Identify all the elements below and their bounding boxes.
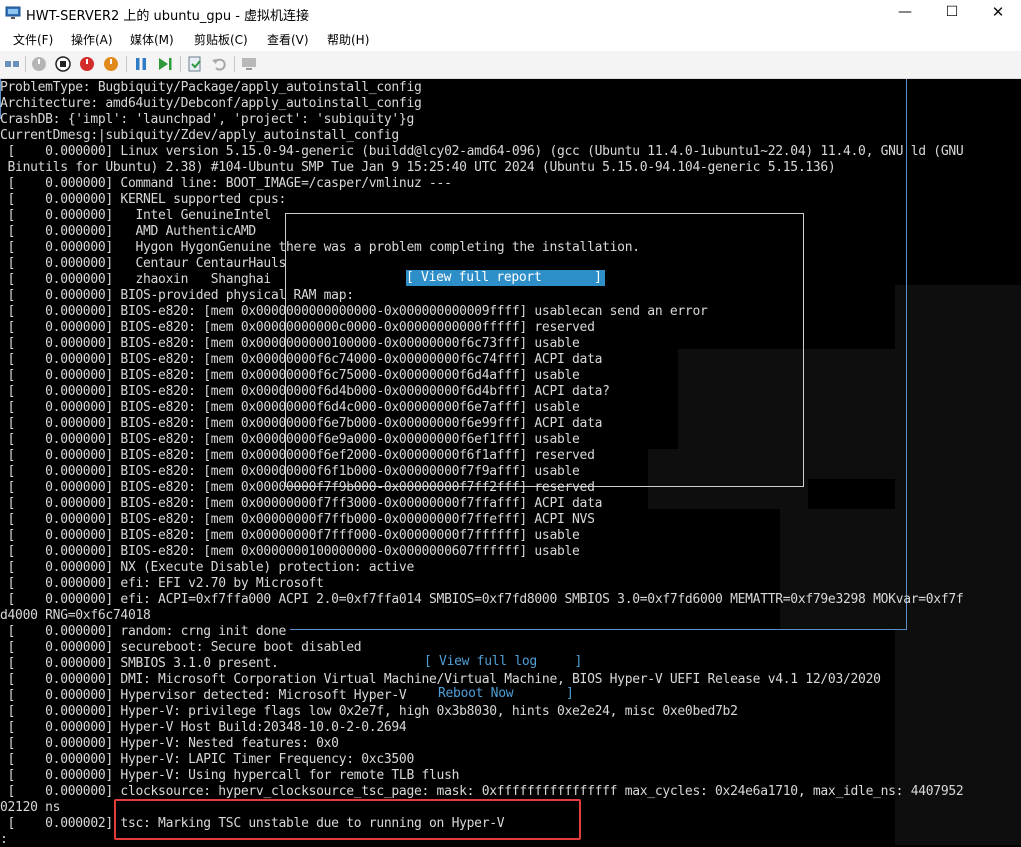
minimize-button[interactable]: —: [882, 0, 928, 27]
menu-clipboard[interactable]: 剪贴板(C): [194, 31, 248, 48]
log-line: [ 0.000000] AMD AuthenticAMD: [0, 224, 257, 239]
title-bar: HWT-SERVER2 上的 ubuntu_gpu - 虚拟机连接 — ☐ ✕: [0, 0, 1021, 27]
close-icon: ✕: [991, 3, 1005, 21]
log-line: [ 0.000000] Intel GenuineIntel: [0, 208, 272, 223]
toolbar-separator: [25, 56, 26, 72]
background-shape: [780, 509, 895, 629]
view-full-report-button[interactable]: [ View full report ]: [406, 270, 605, 286]
log-line: [ 0.000000] BIOS-e820: [mem 0x00000000f6…: [0, 464, 580, 479]
toolbar: [0, 51, 1021, 79]
vm-connection-icon: [5, 6, 21, 19]
log-line: [ 0.000000] Hyper-V: Nested features: 0x…: [0, 736, 339, 751]
log-line: [ 0.000000] Command line: BOOT_IMAGE=/ca…: [0, 176, 452, 191]
reset-icon[interactable]: [156, 55, 174, 73]
toolbar-separator: [180, 56, 181, 72]
log-line: [ 0.000000] SMBIOS 3.1.0 present.: [0, 656, 279, 671]
save-state-icon[interactable]: [102, 55, 120, 73]
log-line: [ 0.000000] efi: ACPI=0xf7ffa000 ACPI 2.…: [0, 592, 964, 607]
log-line: [ 0.000000] BIOS-e820: [mem 0x00000000f6…: [0, 432, 580, 447]
log-line: Architecture: amd64uity/Debconf/apply_au…: [0, 96, 422, 111]
menu-view[interactable]: 查看(V): [267, 31, 309, 48]
log-line: [ 0.000000] BIOS-e820: [mem 0x00000000f6…: [0, 400, 580, 415]
menu-help[interactable]: 帮助(H): [327, 31, 369, 48]
log-line: [ 0.000000] BIOS-e820: [mem 0x00000000f6…: [0, 384, 610, 399]
tui-frame-line: [290, 629, 907, 630]
log-line: Binutils for Ubuntu) 2.38) #104-Ubuntu S…: [0, 160, 836, 175]
shutdown-icon[interactable]: [78, 55, 96, 73]
menu-media[interactable]: 媒体(M): [130, 31, 174, 48]
turn-off-icon[interactable]: [54, 55, 72, 73]
ctrl-alt-del-icon[interactable]: [3, 55, 21, 73]
checkpoint-icon[interactable]: [186, 55, 204, 73]
log-line: [ 0.000000] BIOS-e820: [mem 0x0000000000…: [0, 320, 595, 335]
log-line: [ 0.000000] Hyper-V Host Build:20348-10.…: [0, 720, 407, 735]
start-icon[interactable]: [30, 55, 48, 73]
log-line: [ 0.000000] Hyper-V: LAPIC Timer Frequen…: [0, 752, 415, 767]
log-line: [ 0.000000] Linux version 5.15.0-94-gene…: [0, 144, 964, 159]
log-line: [ 0.000000] BIOS-e820: [mem 0x00000000f7…: [0, 496, 603, 511]
log-line: CrashDB: {'impl': 'launchpad', 'project'…: [0, 112, 414, 127]
menu-file[interactable]: 文件(F): [13, 31, 53, 48]
maximize-button[interactable]: ☐: [929, 0, 975, 27]
minimize-icon: —: [898, 4, 912, 20]
log-line: [ 0.000000] random: crng init done: [0, 624, 287, 639]
highlight-annotation: [114, 799, 581, 840]
reboot-now-button[interactable]: Reboot Now ]: [438, 686, 574, 702]
log-line: [ 0.000000] BIOS-e820: [mem 0x00000000f6…: [0, 416, 603, 431]
log-line: [ 0.000000] KERNEL supported cpus:: [0, 192, 287, 207]
log-line: CurrentDmesg:|subiquity/Zdev/apply_autoi…: [0, 128, 399, 143]
log-line: [ 0.000000] BIOS-e820: [mem 0x00000000f6…: [0, 368, 580, 383]
menu-bar: 文件(F) 操作(A) 媒体(M) 剪贴板(C) 查看(V) 帮助(H): [0, 27, 1021, 51]
view-full-log-button[interactable]: [ View full log ]: [424, 654, 582, 670]
log-line: [ 0.000000] Hygon HygonGenuine there was…: [0, 240, 641, 255]
log-line: d4000 RNG=0xf6c74018: [0, 608, 151, 623]
log-line: ProblemType: Bugbiquity/Package/apply_au…: [0, 80, 422, 95]
log-line: [ 0.000000] BIOS-e820: [mem 0x00000000f6…: [0, 352, 603, 367]
window-title: HWT-SERVER2 上的 ubuntu_gpu - 虚拟机连接: [26, 9, 310, 24]
log-line: [ 0.000000] BIOS-e820: [mem 0x00000000f7…: [0, 528, 580, 543]
log-line: [ 0.000000] zhaoxin Shanghai: [0, 272, 272, 287]
log-line: :: [0, 832, 8, 847]
log-line: [ 0.000000] Hypervisor detected: Microso…: [0, 688, 407, 703]
toolbar-separator: [234, 56, 235, 72]
toolbar-separator: [126, 56, 127, 72]
log-line: [ 0.000000] secureboot: Secure boot disa…: [0, 640, 362, 655]
background-shape: [895, 285, 1021, 845]
log-line: [ 0.000000] BIOS-e820: [mem 0x0000000000…: [0, 304, 708, 319]
vm-console-screen[interactable]: ProblemType: Bugbiquity/Package/apply_au…: [0, 79, 1021, 847]
log-line: [ 0.000000] Hyper-V: Using hypercall for…: [0, 768, 460, 783]
log-line: [ 0.000000] NX (Execute Disable) protect…: [0, 560, 415, 575]
tui-frame-line: [906, 79, 907, 629]
log-line: [ 0.000000] efi: EFI v2.70 by Microsoft: [0, 576, 324, 591]
pause-icon[interactable]: [132, 55, 150, 73]
log-line: [ 0.000000] clocksource: hyperv_clocksou…: [0, 784, 964, 799]
menu-action[interactable]: 操作(A): [71, 31, 113, 48]
log-line: [ 0.000000] BIOS-e820: [mem 0x0000000000…: [0, 336, 580, 351]
log-line: [ 0.000000] BIOS-e820: [mem 0x00000000f7…: [0, 512, 595, 527]
log-line: [ 0.000000] Hyper-V: privilege flags low…: [0, 704, 738, 719]
log-line: [ 0.000000] BIOS-e820: [mem 0x00000000f7…: [0, 480, 595, 495]
maximize-icon: ☐: [945, 4, 959, 20]
revert-icon[interactable]: [210, 55, 228, 73]
log-line: [ 0.000000] BIOS-e820: [mem 0x00000000f6…: [0, 448, 595, 463]
log-line: [ 0.000000] BIOS-e820: [mem 0x0000000100…: [0, 544, 580, 559]
log-line: [ 0.000000] Centaur CentaurHauls: [0, 256, 287, 271]
enhanced-session-icon[interactable]: [240, 55, 258, 73]
log-line: 02120 ns: [0, 800, 61, 815]
close-button[interactable]: ✕: [975, 0, 1021, 27]
log-line: [ 0.000000] BIOS-provided physical RAM m…: [0, 288, 355, 303]
